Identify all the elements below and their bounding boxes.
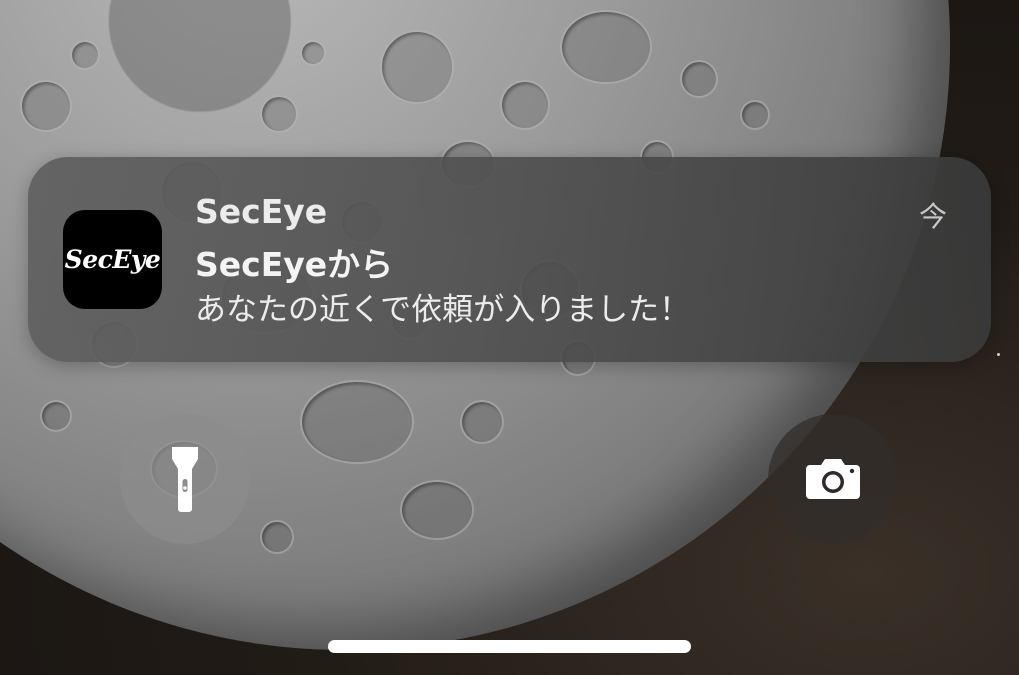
notification-body: あなたの近くで依頼が入りました！	[195, 292, 691, 328]
lock-screen: SecEye SecEye SecEyeから あなたの近くで依頼が入りました！ …	[0, 0, 1019, 675]
flashlight-icon	[172, 447, 198, 512]
camera-icon	[806, 459, 860, 499]
notification-title: SecEyeから	[195, 245, 394, 284]
notification-banner[interactable]: SecEye SecEye SecEyeから あなたの近くで依頼が入りました！ …	[28, 157, 991, 362]
home-indicator[interactable]	[328, 640, 691, 653]
notification-app-name: SecEye	[195, 192, 328, 231]
flashlight-button[interactable]	[120, 414, 250, 544]
app-icon-logo-text: SecEye	[64, 245, 161, 274]
camera-button[interactable]	[768, 414, 898, 544]
star-dot	[997, 353, 1000, 356]
notification-time: 今	[918, 200, 947, 233]
app-icon: SecEye	[63, 210, 162, 309]
